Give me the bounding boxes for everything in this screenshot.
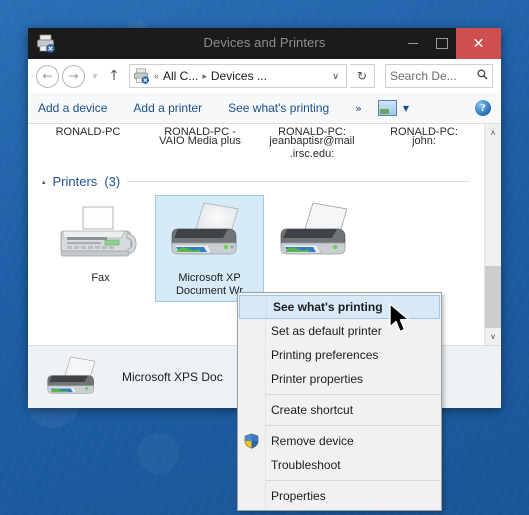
recent-locations-caret-icon[interactable]: ▼ bbox=[88, 72, 102, 81]
menu-item-label: Properties bbox=[271, 489, 326, 503]
navigation-bar: ← → ▼ ↑ « All C... ▸ Devices ... ∨ ↻ Sea… bbox=[28, 59, 501, 93]
menu-item-label: Printing preferences bbox=[271, 348, 379, 362]
menu-item-create-shortcut[interactable]: Create shortcut bbox=[238, 398, 441, 422]
window-controls: ✕ bbox=[398, 28, 501, 59]
menu-separator bbox=[265, 480, 441, 481]
refresh-button[interactable]: ↻ bbox=[350, 64, 375, 88]
change-view-caret-icon[interactable]: ▼ bbox=[403, 104, 409, 113]
vertical-scrollbar[interactable]: ∧ ∨ bbox=[484, 124, 501, 345]
device-label-2: RONALD-PC: jeanbaptisr@mail .irsc.edu: bbox=[269, 126, 355, 160]
title-bar[interactable]: Devices and Printers ✕ bbox=[28, 28, 501, 59]
menu-item-properties[interactable]: Properties bbox=[238, 484, 441, 508]
forward-button[interactable]: → bbox=[62, 64, 85, 88]
overflow-chevron-icon[interactable]: » bbox=[355, 102, 362, 115]
add-a-printer-button[interactable]: Add a printer bbox=[133, 101, 202, 115]
menu-item-label: Troubleshoot bbox=[271, 458, 341, 472]
menu-gutter bbox=[240, 296, 267, 318]
see-whats-printing-button[interactable]: See what's printing bbox=[228, 101, 329, 115]
breadcrumb-separator: ▸ bbox=[202, 70, 207, 81]
printer-icon bbox=[171, 202, 239, 255]
devices-printers-icon bbox=[134, 68, 149, 84]
printer-tile-third[interactable] bbox=[264, 195, 373, 302]
close-button[interactable]: ✕ bbox=[456, 28, 501, 59]
search-input[interactable]: Search De... bbox=[390, 69, 457, 83]
menu-item-printing-preferences[interactable]: Printing preferences bbox=[238, 343, 441, 367]
help-icon[interactable]: ? bbox=[475, 100, 491, 116]
device-label-1: RONALD-PC - VAIO Media plus bbox=[159, 126, 241, 147]
command-bar: Add a device Add a printer See what's pr… bbox=[28, 93, 501, 124]
up-button[interactable]: ↑ bbox=[105, 68, 123, 84]
menu-item-label: See what's printing bbox=[273, 300, 383, 314]
group-label: Printers bbox=[52, 174, 98, 189]
printer-tile-fax[interactable]: Fax bbox=[46, 195, 155, 302]
device-label-0: RONALD-PC bbox=[55, 126, 121, 135]
minimize-button[interactable] bbox=[398, 28, 427, 59]
search-box[interactable]: Search De... bbox=[385, 64, 493, 88]
devices-row-partial: RONALD-PC RONALD-PC - VAIO Media plus RO… bbox=[28, 124, 484, 161]
printer-name: Fax bbox=[91, 272, 110, 284]
printer-icon bbox=[280, 202, 348, 255]
details-device-name: Microsoft XPS Doc bbox=[122, 370, 223, 384]
search-icon bbox=[477, 69, 488, 83]
scroll-track[interactable] bbox=[485, 141, 501, 328]
menu-item-label: Create shortcut bbox=[271, 403, 354, 417]
menu-separator bbox=[265, 425, 441, 426]
printer-icon bbox=[47, 356, 96, 394]
menu-item-troubleshoot[interactable]: Troubleshoot bbox=[238, 453, 441, 477]
change-view-icon[interactable] bbox=[377, 100, 397, 116]
back-button[interactable]: ← bbox=[36, 64, 59, 88]
menu-item-label: Remove device bbox=[271, 434, 354, 448]
scroll-down-button[interactable]: ∨ bbox=[485, 328, 501, 345]
breadcrumb-segment-0[interactable]: All C... bbox=[163, 69, 198, 83]
uac-shield-icon bbox=[244, 433, 259, 449]
menu-item-label: Set as default printer bbox=[271, 324, 382, 338]
printer-context-menu: See what's printing Set as default print… bbox=[237, 292, 442, 511]
group-count: (3) bbox=[104, 174, 121, 189]
scroll-up-button[interactable]: ∧ bbox=[485, 124, 501, 141]
breadcrumb-segment-1[interactable]: Devices ... bbox=[211, 69, 267, 83]
menu-separator bbox=[265, 394, 441, 395]
address-prefix: « bbox=[154, 71, 160, 81]
printer-tile-xps[interactable]: Microsoft XP Document Wr bbox=[155, 195, 264, 302]
maximize-button[interactable] bbox=[427, 28, 456, 59]
group-divider bbox=[127, 181, 470, 182]
close-icon: ✕ bbox=[472, 35, 485, 52]
address-dropdown-icon[interactable]: ∨ bbox=[332, 71, 343, 82]
add-a-device-button[interactable]: Add a device bbox=[38, 101, 107, 115]
menu-item-remove-device[interactable]: Remove device bbox=[238, 429, 441, 453]
menu-gutter bbox=[238, 433, 265, 449]
address-bar[interactable]: « All C... ▸ Devices ... ∨ bbox=[129, 64, 347, 88]
printers-tile-list: Fax Microsoft XP Document Wr bbox=[28, 189, 484, 302]
mouse-cursor bbox=[389, 303, 410, 333]
scroll-thumb[interactable] bbox=[485, 266, 501, 328]
fax-printer-icon bbox=[60, 206, 136, 257]
menu-item-printer-properties[interactable]: Printer properties bbox=[238, 367, 441, 391]
printers-group-header[interactable]: ▴ Printers (3) bbox=[28, 174, 484, 189]
device-label-3: RONALD-PC: john: bbox=[390, 126, 458, 147]
collapse-triangle-icon[interactable]: ▴ bbox=[42, 178, 46, 186]
menu-item-label: Printer properties bbox=[271, 372, 364, 386]
